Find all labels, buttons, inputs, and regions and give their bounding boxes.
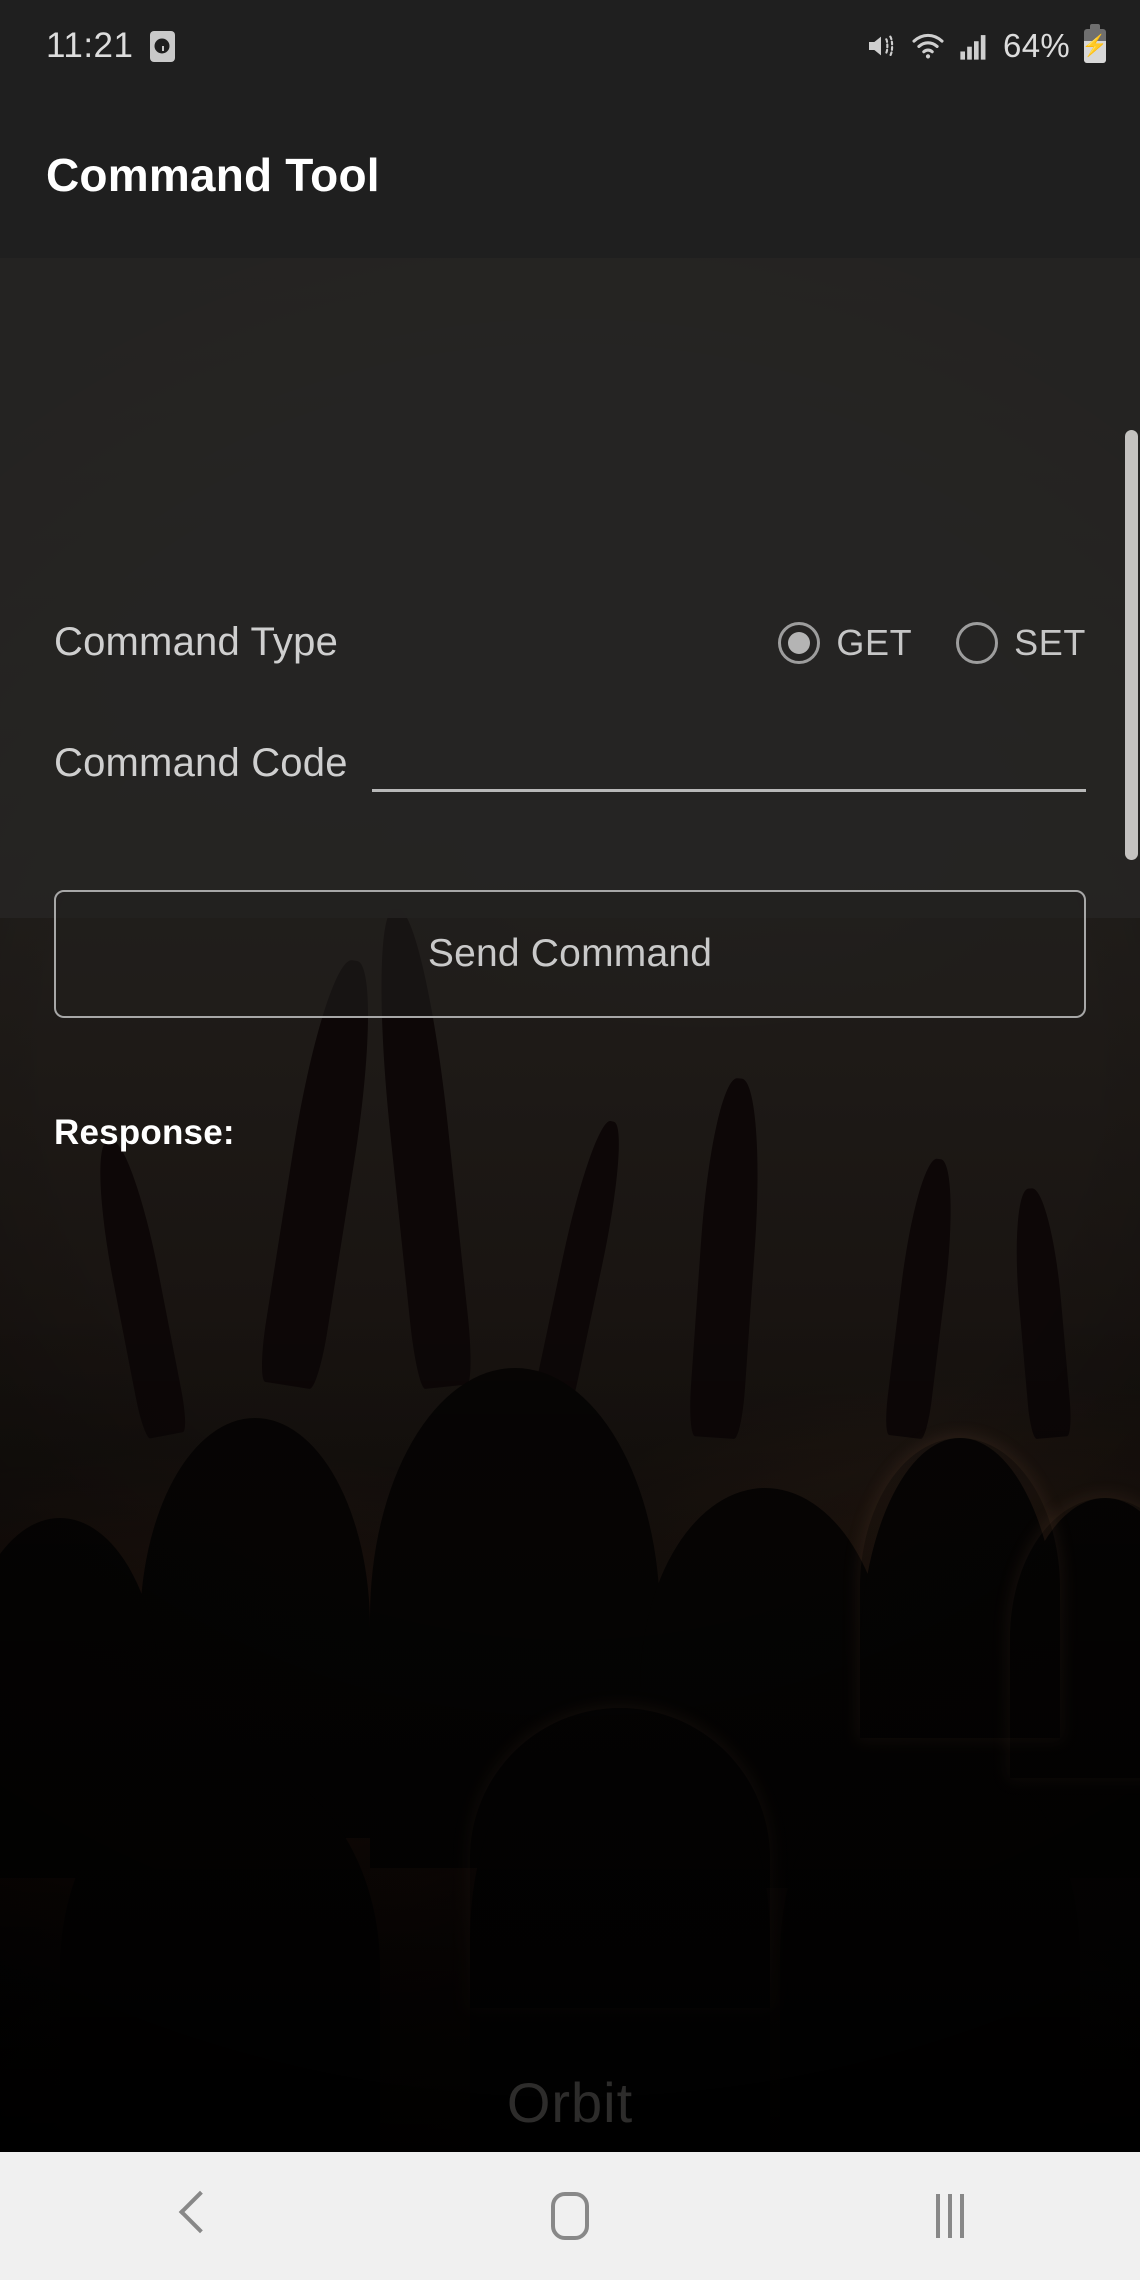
back-chevron-icon [176, 2193, 204, 2239]
phone-screen: 11:21 64% ⚡ Command Tool Command Type GE… [0, 0, 1140, 2280]
radio-get-label: GET [836, 621, 913, 663]
status-bar-right: 64% ⚡ [865, 27, 1109, 65]
command-code-label: Command Code [54, 740, 348, 785]
cellular-signal-icon [960, 35, 986, 60]
command-type-label: Command Type [54, 620, 339, 664]
command-form-panel [0, 258, 1140, 918]
radio-set-icon[interactable] [956, 621, 999, 664]
vibrate-mute-icon [869, 35, 894, 57]
alarm-clock-icon [149, 30, 175, 62]
status-time: 11:21 [46, 26, 134, 65]
radio-set-label: SET [1014, 621, 1086, 663]
nav-home-button[interactable] [380, 2152, 760, 2280]
command-type-row: Command Type GET SET [54, 620, 1086, 665]
scrollbar-track[interactable] [1124, 258, 1140, 2152]
radio-option-set[interactable]: SET [956, 621, 1086, 664]
radio-get-icon[interactable] [778, 621, 821, 664]
nav-back-button[interactable] [0, 2152, 380, 2280]
recents-bars-icon [936, 2194, 964, 2238]
battery-percent: 64% [1003, 27, 1070, 64]
status-bar: 11:21 64% ⚡ [0, 0, 1140, 92]
send-command-button[interactable]: Send Command [54, 890, 1086, 1018]
app-bar: Command Tool [0, 92, 1140, 258]
scrollbar-thumb[interactable] [1125, 430, 1138, 860]
command-type-radio-group: GET SET [778, 621, 1086, 664]
command-code-row: Command Code [54, 734, 1086, 792]
orbit-watermark: Orbit [506, 2071, 634, 2134]
status-bar-left: 11:21 [46, 26, 175, 66]
main-content: Command Type GET SET Command Code Send C… [0, 258, 1140, 2152]
wifi-icon [912, 33, 944, 59]
radio-option-get[interactable]: GET [778, 621, 913, 664]
command-code-input[interactable] [371, 734, 1086, 792]
page-title: Command Tool [46, 149, 380, 201]
response-label: Response: [54, 1113, 235, 1152]
home-square-icon [551, 2192, 589, 2240]
nav-recents-button[interactable] [760, 2152, 1140, 2280]
battery-charging-icon: ⚡ [1081, 29, 1109, 63]
system-nav-bar [0, 2152, 1140, 2280]
battery-bolt: ⚡ [1081, 34, 1109, 58]
